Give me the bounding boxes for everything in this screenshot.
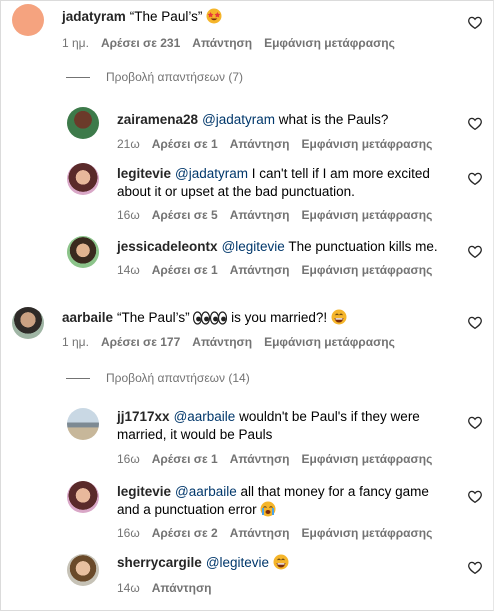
translate-button[interactable]: Εμφάνιση μετάφρασης [302,137,433,151]
star-struck-emoji [206,8,222,24]
heart-outline-icon[interactable] [468,117,482,130]
timestamp[interactable]: 21ω [117,137,140,151]
reply-button[interactable]: Απάντηση [192,36,252,50]
reply-button[interactable]: Απάντηση [230,263,290,277]
likes-count[interactable]: Αρέσει σε 177 [101,335,180,349]
username[interactable]: legitevie [117,484,171,499]
grinning-sweat-emoji [331,309,347,325]
username[interactable]: jadatyram [62,9,126,24]
avatar[interactable] [12,4,44,36]
translate-button[interactable]: Εμφάνιση μετάφρασης [302,526,433,540]
reply-button[interactable]: Απάντηση [192,335,252,349]
likes-count[interactable]: Αρέσει σε 5 [152,208,218,222]
heart-outline-icon[interactable] [468,245,482,258]
view-replies-button[interactable]: Προβολή απαντήσεων (7) [66,70,243,84]
avatar[interactable] [67,236,99,268]
likes-count[interactable]: Αρέσει σε 231 [101,36,180,50]
heart-outline-icon[interactable] [468,172,482,185]
username[interactable]: jessicadeleontx [117,239,218,254]
comments-panel [0,0,494,611]
heart-outline-icon[interactable] [468,490,482,503]
username[interactable]: sherrycargile [117,555,202,570]
username[interactable]: jj1717xx [117,409,170,424]
translate-button[interactable]: Εμφάνιση μετάφρασης [302,263,433,277]
heart-outline-icon[interactable] [468,16,482,29]
timestamp[interactable]: 1 ημ. [62,335,89,349]
reply-button[interactable]: Απάντηση [230,208,290,222]
mention-link[interactable]: @legitevie [206,555,269,570]
grinning-sweat-emoji [273,554,289,570]
timestamp[interactable]: 14ω [117,581,140,595]
divider [66,377,90,379]
username[interactable]: aarbaile [62,310,113,325]
heart-outline-icon[interactable] [468,416,482,429]
heart-outline-icon[interactable] [468,561,482,574]
avatar[interactable] [67,107,99,139]
timestamp[interactable]: 16ω [117,526,140,540]
view-replies-button[interactable]: Προβολή απαντήσεων (14) [66,371,250,385]
mention-link[interactable]: @aarbaile [174,409,236,424]
username[interactable]: zairamena28 [117,112,198,127]
reply-button[interactable]: Απάντηση [230,137,290,151]
avatar[interactable] [67,554,99,586]
mention-link[interactable]: @aarbaile [175,484,237,499]
reply-button[interactable]: Απάντηση [230,452,290,466]
avatar[interactable] [12,307,44,339]
mention-link[interactable]: @legitevie [222,239,285,254]
timestamp[interactable]: 14ω [117,263,140,277]
likes-count[interactable]: Αρέσει σε 1 [152,137,218,151]
crying-emoji [260,501,276,517]
translate-button[interactable]: Εμφάνιση μετάφρασης [264,36,395,50]
translate-button[interactable]: Εμφάνιση μετάφρασης [302,452,433,466]
likes-count[interactable]: Αρέσει σε 2 [152,526,218,540]
likes-count[interactable]: Αρέσει σε 1 [152,452,218,466]
mention-link[interactable]: @jadatyram [175,166,248,181]
avatar[interactable] [67,408,99,440]
translate-button[interactable]: Εμφάνιση μετάφρασης [264,335,395,349]
divider [66,76,90,78]
timestamp[interactable]: 1 ημ. [62,36,89,50]
avatar[interactable] [67,163,99,195]
timestamp[interactable]: 16ω [117,452,140,466]
heart-outline-icon[interactable] [468,316,482,329]
translate-button[interactable]: Εμφάνιση μετάφρασης [302,208,433,222]
likes-count[interactable]: Αρέσει σε 1 [152,263,218,277]
reply-button[interactable]: Απάντηση [152,581,212,595]
timestamp[interactable]: 16ω [117,208,140,222]
mention-link[interactable]: @jadatyram [202,112,275,127]
eyes-emoji [193,311,228,325]
reply-button[interactable]: Απάντηση [230,526,290,540]
username[interactable]: legitevie [117,166,171,181]
avatar[interactable] [67,481,99,513]
